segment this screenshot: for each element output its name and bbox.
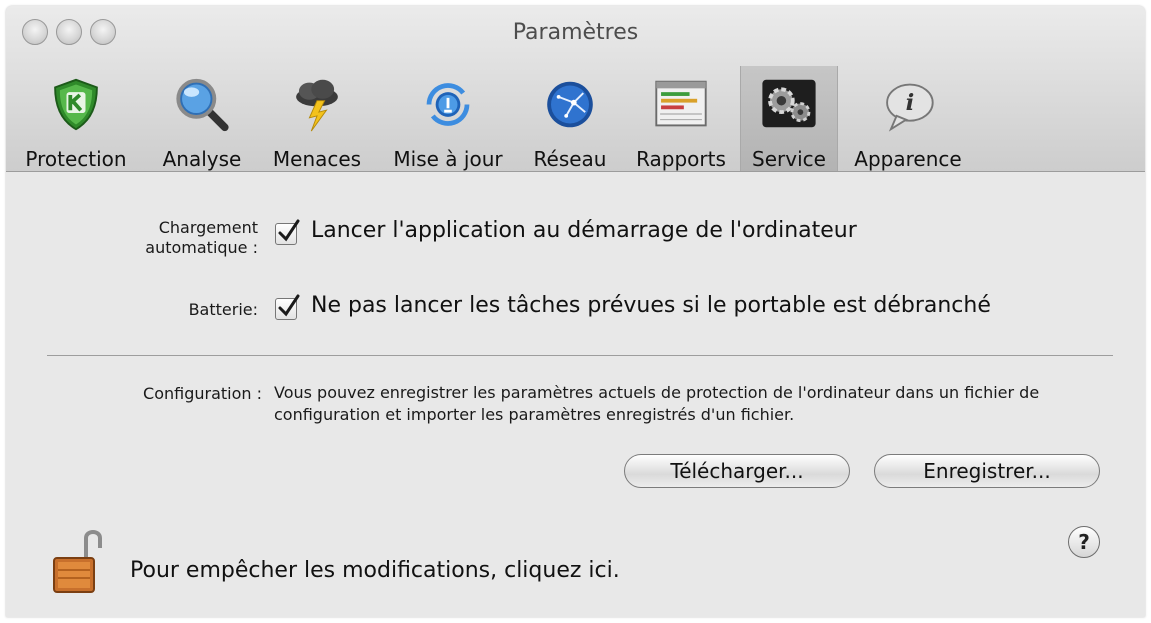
save-config-button[interactable]: Enregistrer... <box>874 454 1100 488</box>
toolbar-item-mise-a-jour[interactable]: Mise à jour <box>378 66 518 171</box>
service-panel: Chargement automatique : Lancer l'applic… <box>6 172 1145 617</box>
toolbar-item-protection[interactable]: Protection <box>6 66 146 171</box>
separator <box>47 355 1113 356</box>
update-globe-icon <box>426 83 470 126</box>
window-title: Paramètres <box>512 20 639 45</box>
speech-bubble-info-icon: i <box>886 83 934 132</box>
report-table-icon <box>655 80 707 127</box>
toolbar-item-reseau[interactable]: Réseau <box>522 66 618 171</box>
toolbar-item-apparence[interactable]: i Apparence <box>844 66 972 171</box>
lock-instruction-text[interactable]: Pour empêcher les modifications, cliquez… <box>130 558 620 583</box>
battery-label: Batterie: <box>188 300 258 319</box>
autoload-text[interactable]: Lancer l'application au démarrage de l'o… <box>311 218 857 243</box>
toolbar-label: Analyse <box>162 147 242 171</box>
toolbar-label: Apparence <box>854 147 962 171</box>
toolbar-label: Menaces <box>272 147 362 171</box>
toolbar-label: Réseau <box>533 147 607 171</box>
configuration-description: Vous pouvez enregistrer les paramètres a… <box>274 383 1040 424</box>
network-globe-icon <box>547 81 593 128</box>
checkmark-icon <box>278 219 300 242</box>
svg-text:i: i <box>906 90 915 116</box>
autoload-checkbox[interactable] <box>275 219 300 245</box>
checkmark-icon <box>278 294 300 317</box>
magnifier-icon <box>176 78 229 132</box>
toolbar-item-rapports[interactable]: Rapports <box>622 66 740 171</box>
preferences-window: Paramètres Protection Analyse Menaces Mi… <box>6 6 1145 617</box>
unlocked-padlock-icon[interactable] <box>50 526 102 596</box>
toolbar-item-service[interactable]: Service <box>740 66 838 171</box>
help-button[interactable]: ? <box>1068 526 1100 558</box>
shield-k-icon <box>54 78 98 131</box>
toolbar-item-menaces[interactable]: Menaces <box>262 66 372 171</box>
toolbar-label: Mise à jour <box>393 147 503 171</box>
autoload-label: Chargement automatique : <box>145 218 258 257</box>
toolbar-item-analyse[interactable]: Analyse <box>150 66 254 171</box>
gears-icon <box>762 79 816 128</box>
battery-checkbox[interactable] <box>275 294 300 320</box>
battery-text[interactable]: Ne pas lancer les tâches prévues si le p… <box>311 293 991 318</box>
toolbar-label: Service <box>752 147 826 171</box>
title-toolbar: Paramètres Protection Analyse Menaces Mi… <box>6 6 1145 172</box>
load-config-button[interactable]: Télécharger... <box>624 454 850 488</box>
toolbar-label: Protection <box>25 147 127 171</box>
toolbar-label: Rapports <box>636 147 726 171</box>
storm-cloud-icon <box>296 79 338 132</box>
configuration-label: Configuration : <box>143 384 262 403</box>
